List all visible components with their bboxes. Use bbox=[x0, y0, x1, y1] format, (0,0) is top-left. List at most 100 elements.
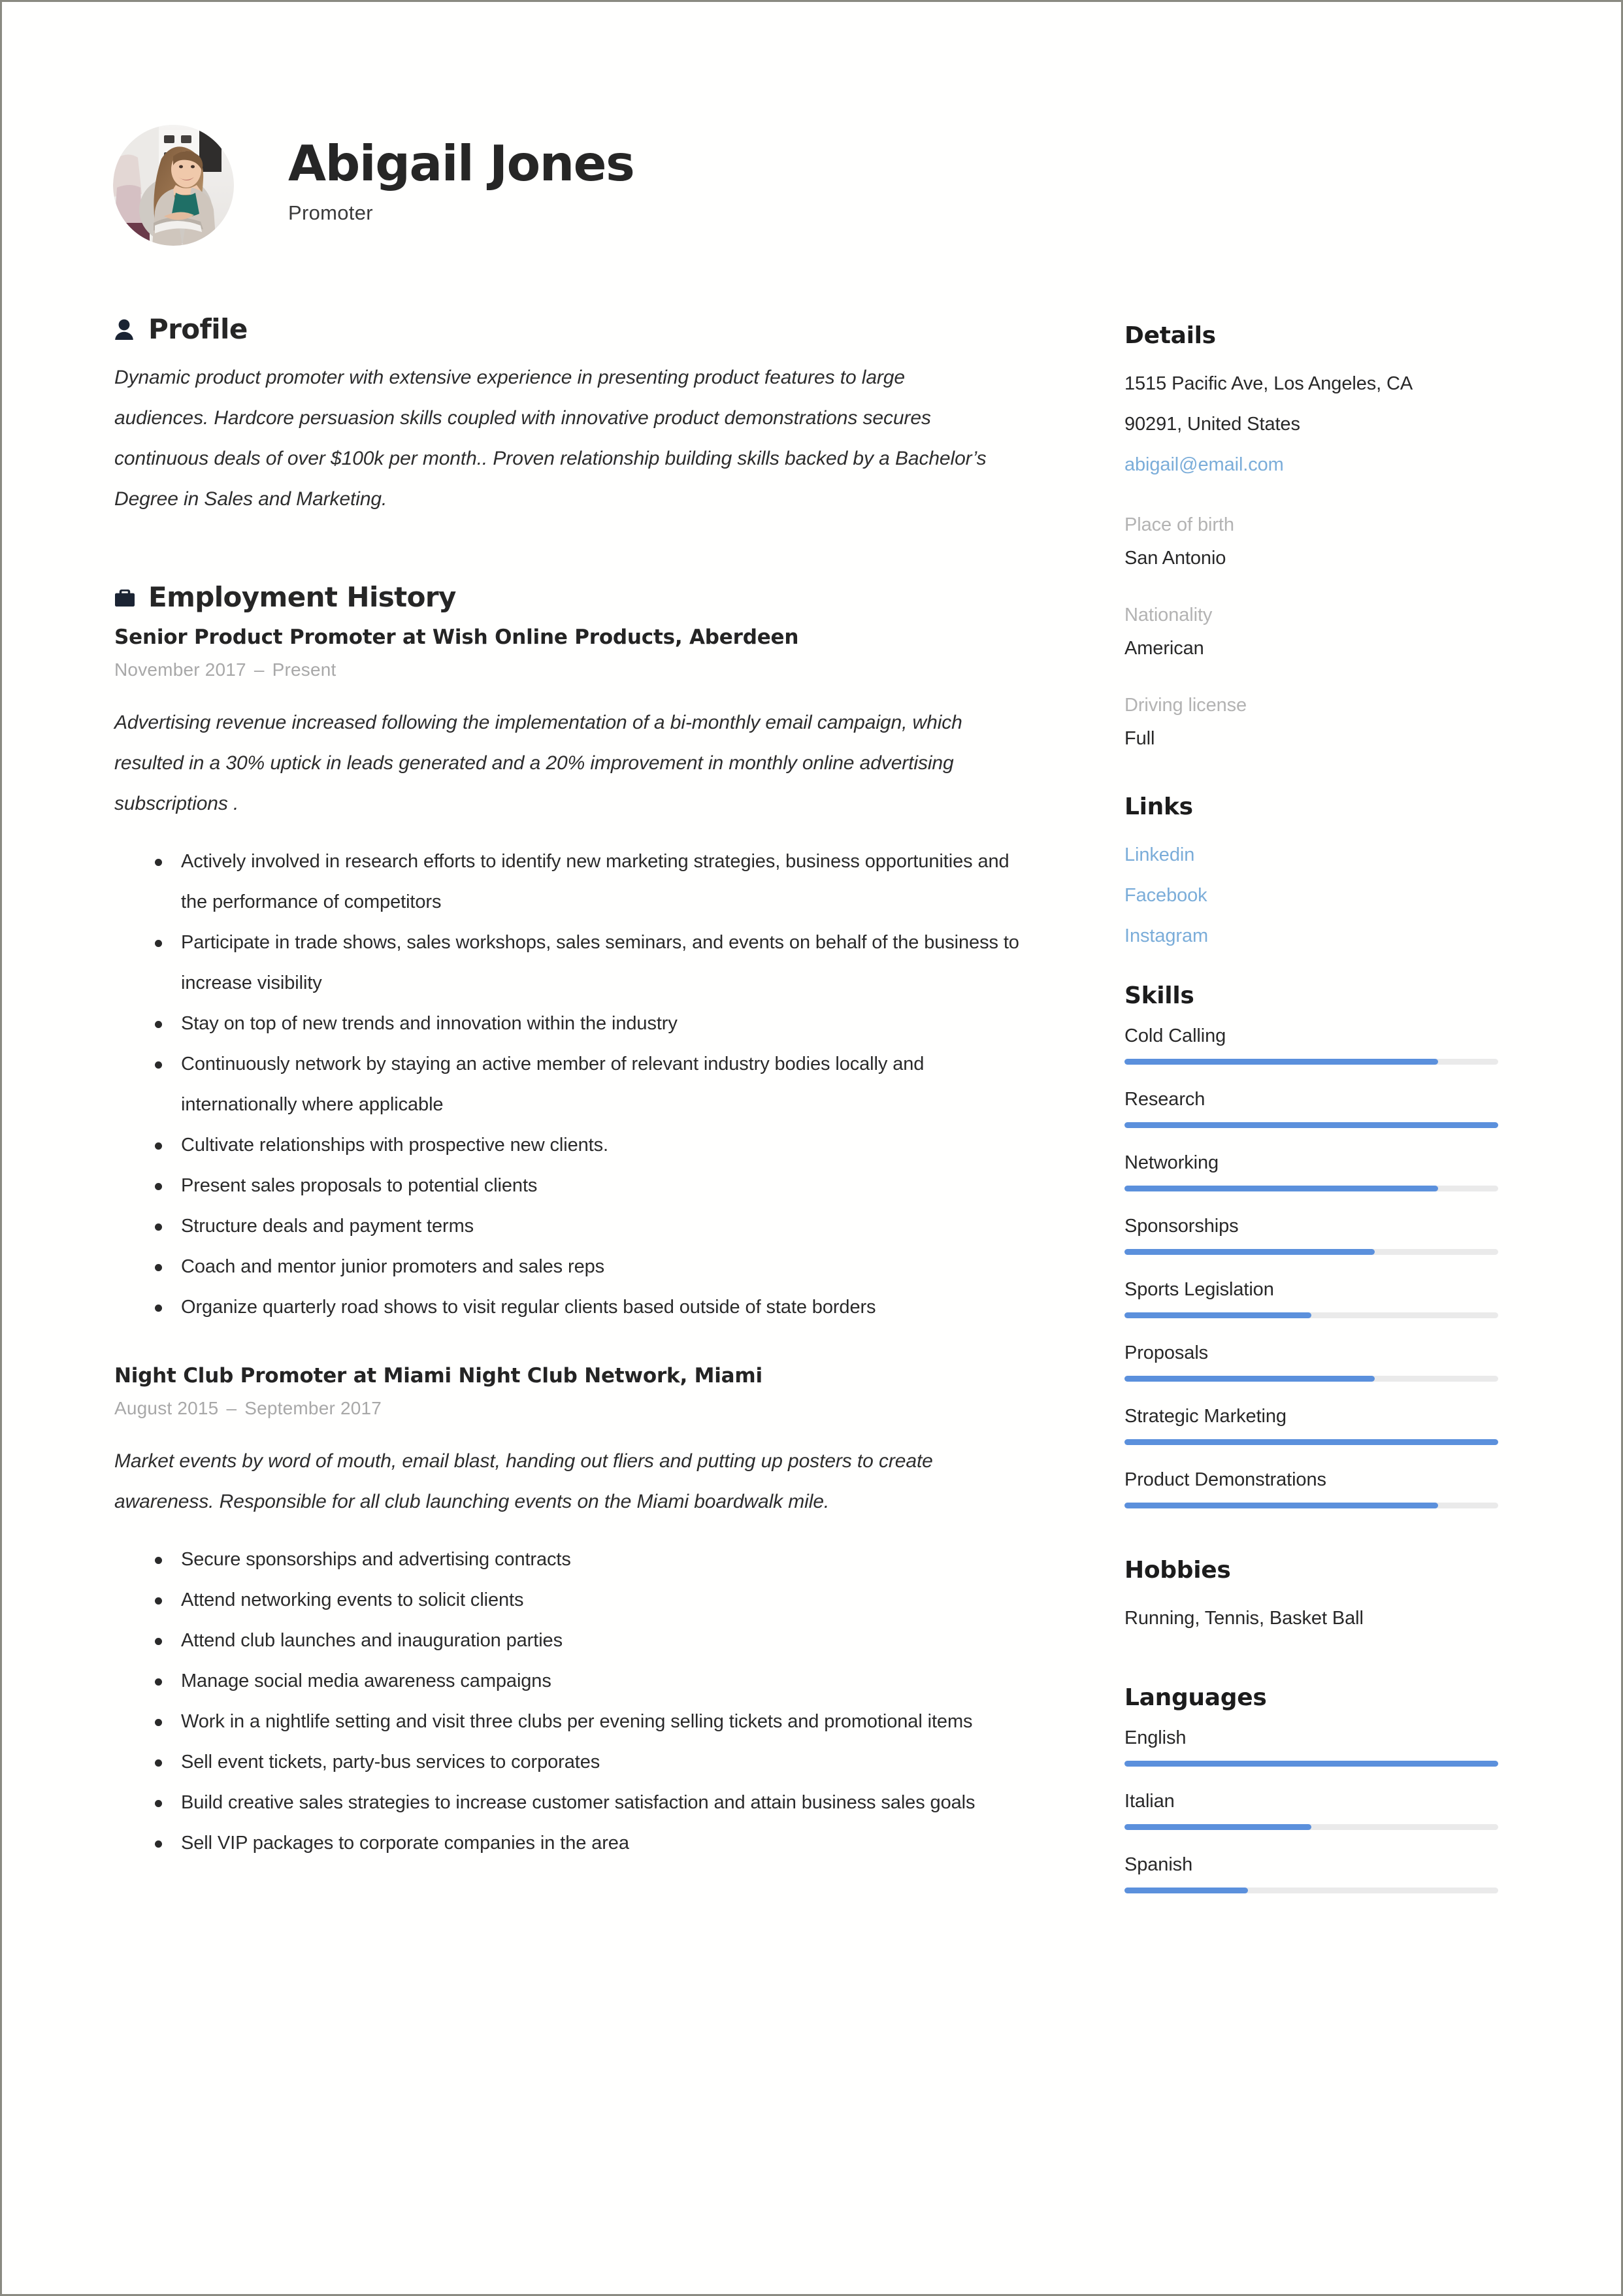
employment-section: Employment History Senior Product Promot… bbox=[114, 584, 1045, 1863]
briefcase-icon bbox=[114, 584, 139, 610]
skill-label: Strategic Marketing bbox=[1124, 1406, 1287, 1427]
list-item: Secure sponsorships and advertising cont… bbox=[155, 1539, 1034, 1580]
skill-item: Sponsorships bbox=[1124, 1214, 1502, 1255]
skill-bar-fill bbox=[1124, 1059, 1439, 1065]
skill-item: Product Demonstrations bbox=[1124, 1467, 1502, 1508]
skill-bar-track bbox=[1124, 1439, 1498, 1445]
skill-bar-fill bbox=[1124, 1249, 1375, 1255]
employment-section-header: Employment History bbox=[114, 584, 1045, 611]
detail-label-nationality: Nationality bbox=[1124, 605, 1213, 625]
language-bar-fill bbox=[1124, 1888, 1248, 1893]
language-bar-fill bbox=[1124, 1761, 1498, 1767]
detail-label-driving-license: Driving license bbox=[1124, 695, 1247, 716]
language-bar-fill bbox=[1124, 1824, 1311, 1830]
skill-item: Strategic Marketing bbox=[1124, 1404, 1502, 1445]
skill-label: Networking bbox=[1124, 1152, 1219, 1173]
employment-entry: Senior Product Promoter at Wish Online P… bbox=[114, 625, 1045, 1327]
list-item: Sell VIP packages to corporate companies… bbox=[155, 1823, 1034, 1863]
detail-label-place-of-birth: Place of birth bbox=[1124, 514, 1234, 535]
profile-section-title: Profile bbox=[148, 313, 248, 345]
start-date: August 2015 bbox=[114, 1398, 219, 1418]
date-dash: – bbox=[254, 659, 265, 680]
skill-item: Networking bbox=[1124, 1150, 1502, 1191]
language-item: English bbox=[1124, 1725, 1502, 1767]
skill-bar-fill bbox=[1124, 1503, 1439, 1508]
resume-sheet: Abigail Jones Promoter Profile Dynamic p… bbox=[2, 2, 1621, 2294]
language-bar-track bbox=[1124, 1761, 1498, 1767]
name-block: Abigail Jones Promoter bbox=[288, 125, 635, 225]
address-line-1: 1515 Pacific Ave, Los Angeles, CA bbox=[1124, 373, 1413, 394]
skill-item: Cold Calling bbox=[1124, 1023, 1502, 1065]
skill-bar-track bbox=[1124, 1249, 1498, 1255]
address-line-2: 90291, United States bbox=[1124, 414, 1300, 435]
skill-label: Product Demonstrations bbox=[1124, 1469, 1326, 1490]
skill-item: Sports Legislation bbox=[1124, 1277, 1502, 1318]
skill-bar-track bbox=[1124, 1059, 1498, 1065]
list-item: Structure deals and payment terms bbox=[155, 1206, 1034, 1246]
employment-entry-dates: August 2015– September 2017 bbox=[114, 1398, 1045, 1419]
language-item: Spanish bbox=[1124, 1852, 1502, 1893]
list-item: Actively involved in research efforts to… bbox=[155, 841, 1034, 922]
skill-bar-fill bbox=[1124, 1376, 1375, 1382]
list-item: Build creative sales strategies to incre… bbox=[155, 1782, 1034, 1823]
link-instagram[interactable]: Instagram bbox=[1124, 916, 1502, 956]
person-icon bbox=[114, 316, 139, 342]
skill-bar-track bbox=[1124, 1376, 1498, 1382]
skill-bar-fill bbox=[1124, 1312, 1311, 1318]
employment-entry-dates: November 2017– Present bbox=[114, 659, 1045, 680]
skill-label: Proposals bbox=[1124, 1342, 1209, 1363]
skill-bar-track bbox=[1124, 1122, 1498, 1128]
email-link[interactable]: abigail@email.com bbox=[1124, 444, 1502, 485]
profile-section: Profile Dynamic product promoter with ex… bbox=[114, 316, 1045, 520]
skill-bar-track bbox=[1124, 1312, 1498, 1318]
employment-entry-bullets: Secure sponsorships and advertising cont… bbox=[114, 1539, 1045, 1863]
language-label: Italian bbox=[1124, 1791, 1175, 1812]
skill-label: Sports Legislation bbox=[1124, 1279, 1274, 1300]
employment-entry-bullets: Actively involved in research efforts to… bbox=[114, 841, 1045, 1327]
date-dash: – bbox=[226, 1398, 237, 1418]
links-section: Links Linkedin Facebook Instagram bbox=[1124, 793, 1502, 956]
skills-section: Skills Cold Calling Research Networking … bbox=[1124, 982, 1502, 1508]
resume-header: Abigail Jones Promoter bbox=[113, 125, 635, 246]
list-item: Work in a nightlife setting and visit th… bbox=[155, 1701, 1034, 1742]
employment-entry-description: Advertising revenue increased following … bbox=[114, 712, 962, 814]
language-bar-track bbox=[1124, 1888, 1498, 1893]
link-linkedin[interactable]: Linkedin bbox=[1124, 835, 1502, 875]
link-facebook[interactable]: Facebook bbox=[1124, 875, 1502, 916]
list-item: Sell event tickets, party-bus services t… bbox=[155, 1742, 1034, 1782]
entry-spacer bbox=[114, 1327, 1045, 1361]
hobbies-section: Hobbies Running, Tennis, Basket Ball bbox=[1124, 1557, 1502, 1639]
skill-item: Proposals bbox=[1124, 1340, 1502, 1382]
skills-section-title: Skills bbox=[1124, 982, 1194, 1009]
language-bar-track bbox=[1124, 1824, 1498, 1830]
detail-value-driving-license: Full bbox=[1124, 728, 1155, 749]
page-title: Abigail Jones bbox=[288, 135, 635, 192]
skill-bar-track bbox=[1124, 1503, 1498, 1508]
profile-text: Dynamic product promoter with extensive … bbox=[114, 367, 987, 510]
profile-section-header: Profile bbox=[114, 316, 1045, 343]
hobbies-text: Running, Tennis, Basket Ball bbox=[1124, 1608, 1364, 1629]
language-item: Italian bbox=[1124, 1789, 1502, 1830]
resume-page: Abigail Jones Promoter Profile Dynamic p… bbox=[0, 0, 1623, 2296]
start-date: November 2017 bbox=[114, 659, 246, 680]
main-column: Profile Dynamic product promoter with ex… bbox=[114, 316, 1045, 1863]
skill-bar-track bbox=[1124, 1186, 1498, 1191]
list-item: Cultivate relationships with prospective… bbox=[155, 1125, 1034, 1165]
language-label: English bbox=[1124, 1727, 1187, 1748]
skill-item: Research bbox=[1124, 1087, 1502, 1128]
list-item: Coach and mentor junior promoters and sa… bbox=[155, 1246, 1034, 1287]
languages-section-title: Languages bbox=[1124, 1684, 1267, 1711]
employment-entry-description: Market events by word of mouth, email bl… bbox=[114, 1450, 933, 1512]
end-date: Present bbox=[272, 659, 336, 680]
skill-bar-fill bbox=[1124, 1122, 1498, 1128]
list-item: Attend networking events to solicit clie… bbox=[155, 1580, 1034, 1620]
language-label: Spanish bbox=[1124, 1854, 1193, 1875]
hobbies-section-title: Hobbies bbox=[1124, 1557, 1231, 1584]
details-section: Details 1515 Pacific Ave, Los Angeles, C… bbox=[1124, 322, 1502, 756]
skill-bar-fill bbox=[1124, 1186, 1439, 1191]
links-section-title: Links bbox=[1124, 793, 1193, 820]
